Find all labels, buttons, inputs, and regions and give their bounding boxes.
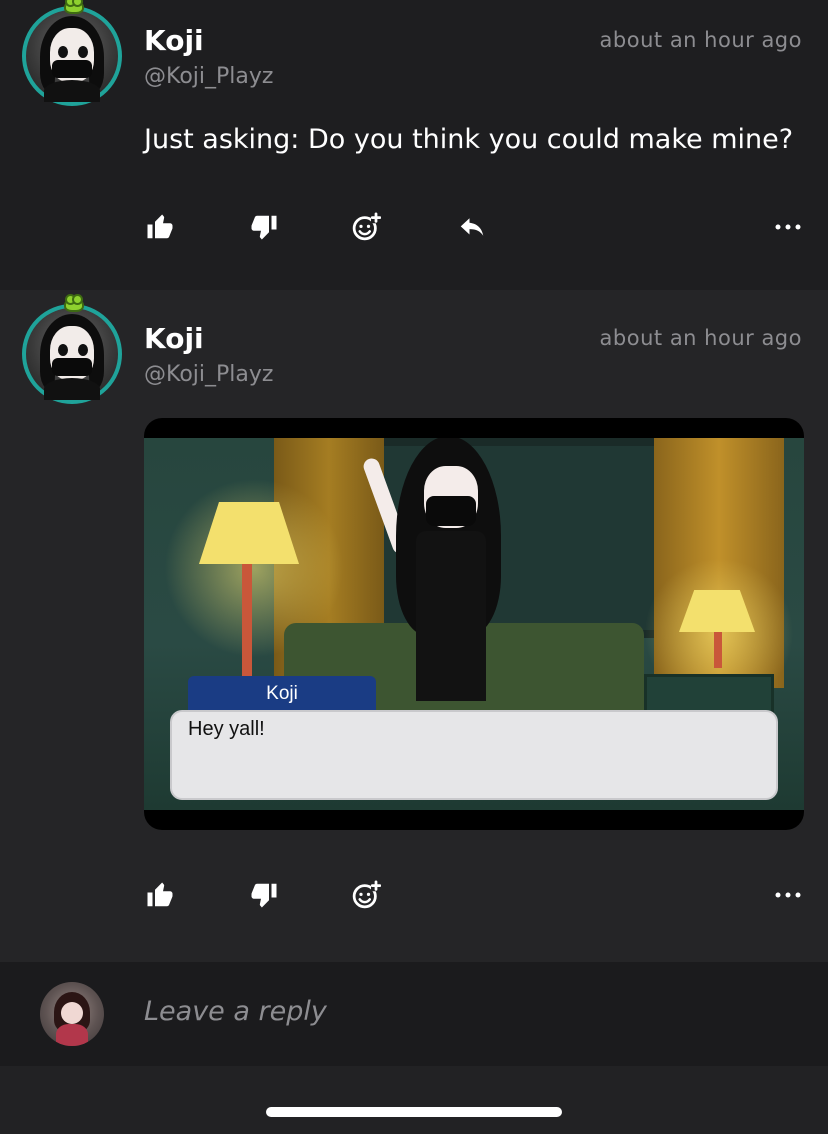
more-options-button[interactable] bbox=[771, 878, 805, 912]
reply-button[interactable] bbox=[455, 210, 489, 244]
add-reaction-button[interactable] bbox=[349, 878, 383, 912]
reply-input[interactable]: Leave a reply bbox=[144, 996, 327, 1027]
author-name[interactable]: Koji bbox=[144, 322, 204, 355]
home-indicator[interactable] bbox=[266, 1107, 562, 1117]
add-reaction-icon bbox=[352, 880, 381, 909]
more-icon bbox=[775, 224, 801, 230]
frog-hat-icon bbox=[64, 294, 84, 312]
add-reaction-button[interactable] bbox=[349, 210, 383, 244]
like-button[interactable] bbox=[143, 878, 177, 912]
like-button[interactable] bbox=[143, 210, 177, 244]
more-icon bbox=[775, 892, 801, 898]
more-options-button[interactable] bbox=[771, 210, 805, 244]
frog-hat-icon bbox=[64, 0, 84, 14]
author-avatar[interactable] bbox=[22, 0, 122, 106]
author-avatar[interactable] bbox=[22, 294, 122, 404]
thumbs-down-icon bbox=[251, 215, 277, 240]
dislike-button[interactable] bbox=[247, 210, 281, 244]
character bbox=[361, 438, 506, 716]
dislike-button[interactable] bbox=[247, 878, 281, 912]
game-scene: Koji Hey yall! bbox=[144, 438, 804, 810]
thumbs-up-icon bbox=[147, 882, 173, 907]
bottom-safe-area bbox=[0, 1066, 828, 1134]
reply-bar: Leave a reply bbox=[0, 962, 828, 1066]
current-user-avatar[interactable] bbox=[40, 982, 104, 1046]
post-image[interactable]: Koji Hey yall! bbox=[144, 418, 804, 830]
dialogue-box: Hey yall! bbox=[170, 710, 778, 800]
reply-icon bbox=[460, 218, 484, 236]
post-2: Koji @Koji_Playz about an hour ago Koji bbox=[0, 290, 828, 962]
add-reaction-icon bbox=[352, 212, 381, 241]
author-handle[interactable]: @Koji_Playz bbox=[144, 64, 273, 89]
post-timestamp: about an hour ago bbox=[599, 326, 802, 350]
author-handle[interactable]: @Koji_Playz bbox=[144, 362, 273, 387]
dialogue-speaker: Koji bbox=[188, 676, 376, 712]
thumbs-up-icon bbox=[147, 214, 173, 239]
thumbs-down-icon bbox=[251, 883, 277, 908]
post-timestamp: about an hour ago bbox=[599, 28, 802, 52]
author-name[interactable]: Koji bbox=[144, 24, 204, 57]
post-actions bbox=[0, 878, 828, 918]
post-actions bbox=[0, 210, 828, 250]
post-text: Just asking: Do you think you could make… bbox=[144, 124, 794, 155]
post-1: Koji @Koji_Playz about an hour ago Just … bbox=[0, 0, 828, 290]
